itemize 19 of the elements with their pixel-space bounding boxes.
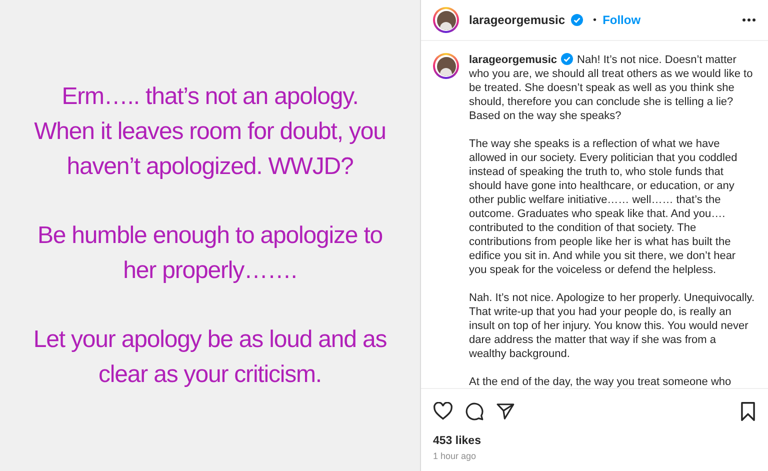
avatar[interactable] (433, 7, 459, 33)
more-options-icon[interactable] (742, 18, 756, 22)
post-time: 1 hour ago (433, 451, 478, 461)
caption-text: larageorgemusic Nah! It’s not nice. Doesn’t matter who you are, we should all treat others as we would like to be treated. She doesn’t speak as well as you think she should, therefore you can conclude she is telling a lie? Based on the way she speaks? (469, 53, 754, 123)
caption-text: The way she speaks is a reflection of what we have allowed in our society. Every politician that you coddled instead of speaking the truth to, who stole funds that should have gone into healthcare, or education, or any other public welfare initiative…… well…… that’s the outcome. Graduates who speak like that. And you…. contributed to the condition of that society. The contributions from people like her is what has built the edifice you sit in. And while you sit there, we don’t hear you speak for the voiceless or defend the helpless. (469, 137, 738, 277)
caption-text: At the end of the day, the way you treat someone who (469, 375, 732, 388)
separator: • (593, 14, 597, 26)
image-text: Let your apology be as loud and as clear as your criticism. (32, 325, 388, 390)
comment-icon[interactable] (465, 402, 484, 420)
heart-icon[interactable] (433, 402, 453, 420)
image-text: Erm….. that’s not an apology. When it leaves room for doubt, you haven’t apologized. WWJD? (33, 82, 387, 182)
caption-username-link[interactable]: larageorgemusic (469, 54, 558, 66)
send-icon[interactable] (496, 402, 515, 420)
image-text: Be humble enough to apologize to her properly……. (36, 221, 384, 286)
avatar[interactable] (433, 53, 459, 79)
likes-count[interactable]: 453 likes (433, 435, 756, 447)
bookmark-icon[interactable] (740, 402, 756, 420)
caption-text: Nah. It’s not nice. Apologize to her properly. Unequivocally. That write-up that you had your people do, is really an insult on top of her injury. You know this. You would never dare address the matter that way if she was from a wealthy background. (469, 291, 756, 361)
username-link[interactable]: larageorgemusic (469, 13, 566, 27)
